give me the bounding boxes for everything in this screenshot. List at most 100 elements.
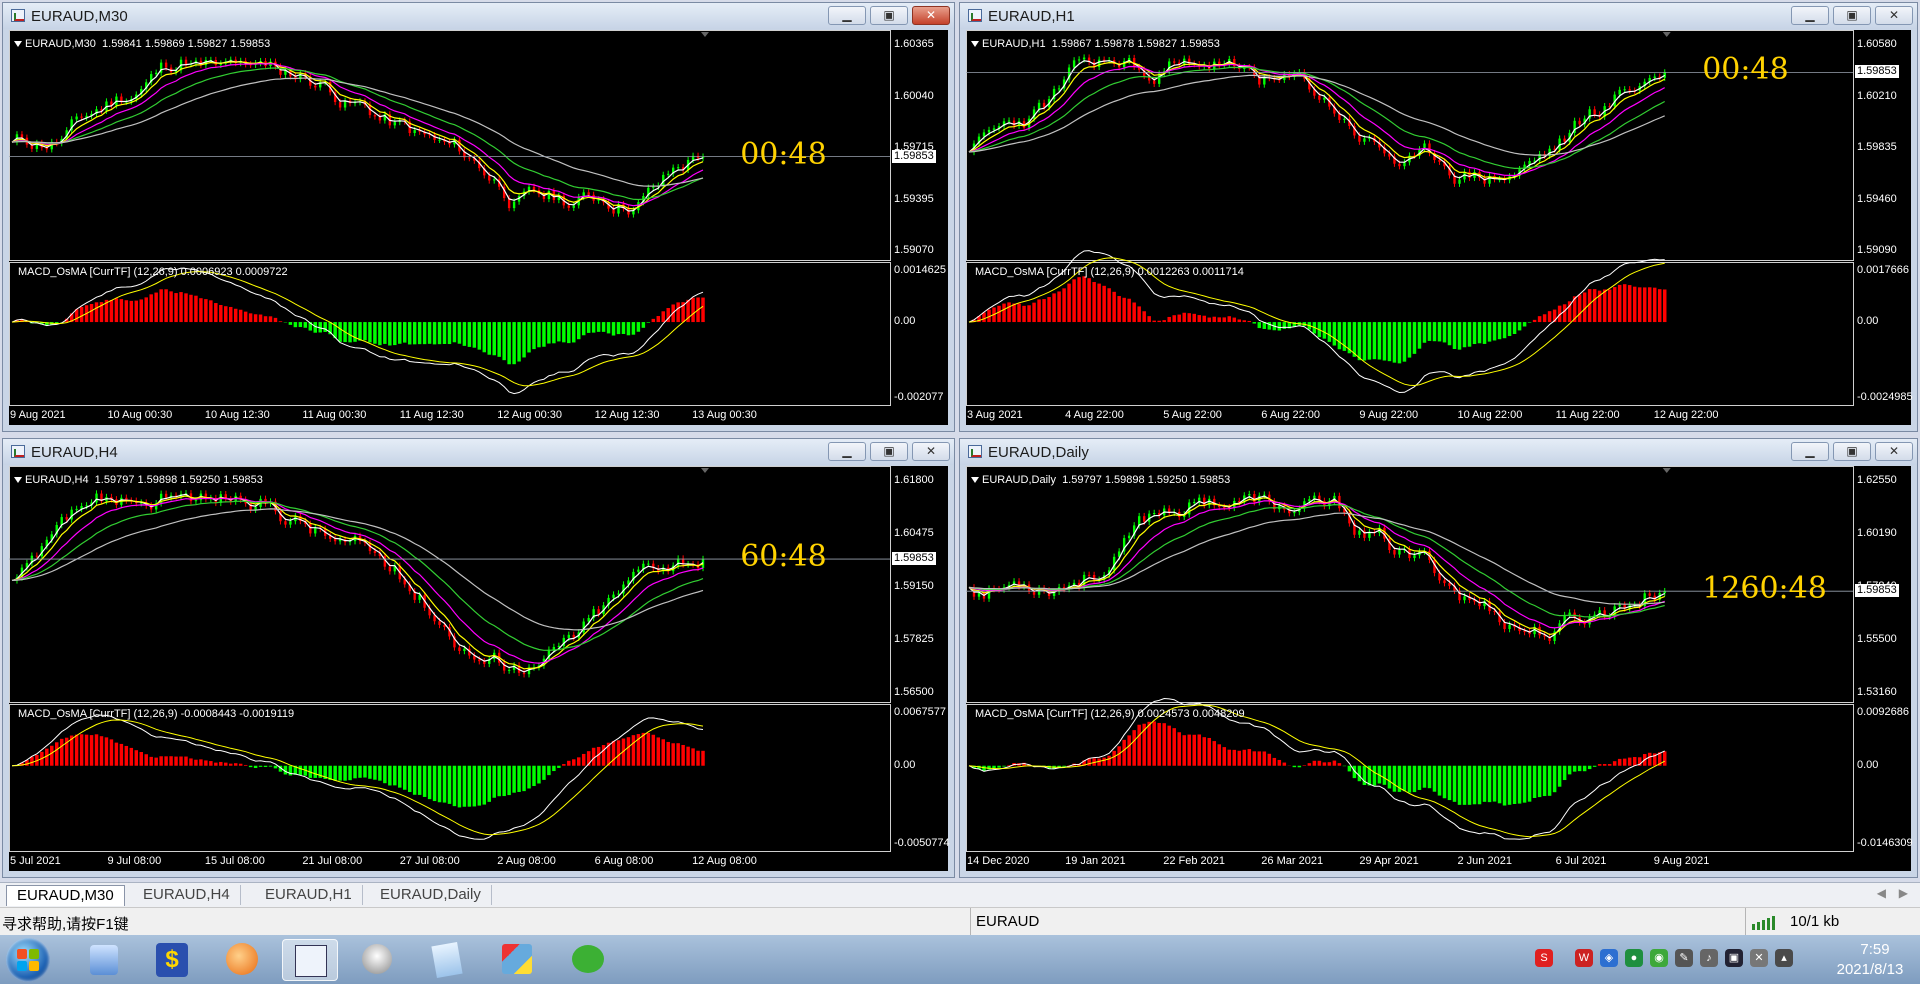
window-titlebar[interactable]: EURAUD,H4 ▁ ▣ ✕ [3,439,954,465]
candle-body [1568,612,1571,616]
close-button[interactable]: ✕ [1875,442,1913,461]
speaker-muted-icon[interactable]: ✕ [1750,949,1768,967]
dropdown-arrow-icon[interactable] [971,477,979,483]
chart-window-daily[interactable]: EURAUD,Daily ▁ ▣ ✕ EURAUD,Daily 1.59797 1.59… [959,438,1918,878]
candle-body [1403,162,1406,167]
shield-icon[interactable]: ◈ [1600,949,1618,967]
wechat-tray-icon[interactable]: ● [1625,949,1643,967]
signal-tray-icon[interactable]: ▴ [1775,949,1793,967]
close-button[interactable]: ✕ [1875,6,1913,25]
chart-area[interactable]: EURAUD,H1 1.59867 1.59878 1.59827 1.5985… [966,30,1913,427]
taskbar-app-browser[interactable] [214,939,270,981]
current-price-tag: 1.59853 [1855,584,1899,598]
minimize-button[interactable]: ▁ [828,6,866,25]
price-chart-svg[interactable] [9,466,950,873]
price-chart-svg[interactable] [9,30,950,427]
users-icon [90,945,118,975]
candle-body [547,190,551,200]
network-tray-icon[interactable]: ◉ [1650,949,1668,967]
taskbar-app-qq[interactable] [350,939,406,981]
price-axis-tick: 1.59460 [1857,192,1897,205]
clock-date[interactable]: 2021/8/13 [1820,961,1920,978]
taskbar-app-users[interactable] [76,939,132,981]
candle-body [1142,516,1146,522]
chart-window-h1[interactable]: EURAUD,H1 ▁ ▣ ✕ EURAUD,H1 1.59867 1.59878 1.… [959,2,1918,432]
dropdown-arrow-icon[interactable] [14,477,22,483]
start-button[interactable] [6,938,50,982]
sogou-ime-icon[interactable]: S [1535,949,1553,967]
taskbar-app-metatrader[interactable] [282,939,338,981]
chart-area[interactable]: EURAUD,M30 1.59841 1.59869 1.59827 1.598… [9,30,948,425]
candle-body [567,205,570,208]
taskbar-app-tools[interactable] [490,939,546,981]
time-axis-tick: 21 Jul 08:00 [302,855,363,867]
candle-body [1193,501,1196,503]
candle-body [184,59,188,65]
price-axis-tick: 1.60210 [1857,89,1897,102]
window-titlebar[interactable]: EURAUD,Daily ▁ ▣ ✕ [960,439,1917,465]
minimize-button[interactable]: ▁ [1791,6,1829,25]
price-axis-tick: 1.59070 [894,244,934,256]
time-axis-tick: 11 Aug 00:30 [302,409,367,421]
chart-tab-bar: EURAUD,M30 EURAUD,H4 EURAUD,H1 EURAUD,Da… [0,882,1920,907]
candle-body [493,179,496,181]
window-titlebar[interactable]: EURAUD,M30 ▁ ▣ ✕ [3,3,954,29]
price-chart-svg[interactable] [966,30,1913,427]
time-axis-tick: 13 Aug 00:30 [692,409,757,421]
candle-body [637,569,640,572]
candle-body [1323,97,1326,100]
tab-scroll-left-icon[interactable]: ◀ [1877,886,1886,900]
chart-area[interactable]: EURAUD,Daily 1.59797 1.59898 1.59250 1.5… [966,466,1913,873]
candle-body [309,523,312,534]
time-axis-tick: 27 Jul 08:00 [399,855,460,867]
chart-area[interactable]: EURAUD,H4 1.59797 1.59898 1.59250 1.5985… [9,466,950,873]
minimize-button[interactable]: ▁ [1791,442,1829,461]
minimize-button[interactable]: ▁ [828,442,866,461]
tab-euraud-h4[interactable]: EURAUD,H4 [133,885,241,905]
dropdown-arrow-icon[interactable] [14,41,22,47]
candle-body [468,157,471,159]
candle-body [587,192,590,195]
maximize-button[interactable]: ▣ [1833,6,1871,25]
candle-body [1263,77,1266,85]
candle-body [488,175,491,181]
window-titlebar[interactable]: EURAUD,H1 ▁ ▣ ✕ [960,3,1917,29]
maximize-button[interactable]: ▣ [1833,442,1871,461]
chart-window-m30[interactable]: EURAUD,M30 ▁ ▣ ✕ EURAUD,M30 1.59841 1.59869 … [2,2,955,432]
chart-window-h4[interactable]: EURAUD,H4 ▁ ▣ ✕ EURAUD,H4 1.59797 1.59898 1.… [2,438,955,878]
tab-euraud-m30[interactable]: EURAUD,M30 [6,885,125,906]
candle-body [512,201,516,209]
maximize-button[interactable]: ▣ [870,442,908,461]
candle-body [1578,120,1581,125]
tab-euraud-h1[interactable]: EURAUD,H1 [255,885,363,905]
taskbar-app-dollar[interactable]: $ [144,939,200,981]
taskbar-app-wechat[interactable] [560,939,616,981]
close-button[interactable]: ✕ [912,6,950,25]
candle-body [612,594,615,598]
taskbar-app-notes[interactable] [420,939,476,981]
notes-icon [431,941,463,979]
candle-body [1458,179,1461,184]
macd-axis-tick: 0.00 [1857,758,1879,771]
browser-icon [226,943,258,975]
candle-body [676,167,680,169]
price-axis-tick: 1.59090 [1857,244,1897,256]
tab-scroll-right-icon[interactable]: ▶ [1899,886,1908,900]
pen-tray-icon[interactable]: ✎ [1675,949,1693,967]
maximize-button[interactable]: ▣ [870,6,908,25]
chart-shift-marker [1662,32,1671,37]
price-chart-svg[interactable] [966,466,1913,873]
current-price-tag: 1.59853 [892,552,936,566]
clock-time[interactable]: 7:59 [1840,941,1910,958]
window-title: EURAUD,Daily [988,444,1089,461]
tab-euraud-daily[interactable]: EURAUD,Daily [370,885,492,905]
monitor-tray-icon[interactable]: ▣ [1725,949,1743,967]
volume-icon[interactable]: ♪ [1700,949,1718,967]
time-axis-tick: 11 Aug 12:30 [399,409,464,421]
candle-body [1618,604,1621,607]
close-button[interactable]: ✕ [912,442,950,461]
status-divider [970,908,971,936]
macd-axis-tick: 0.0014625 [894,264,946,276]
antivirus-icon[interactable]: W [1575,949,1593,967]
dropdown-arrow-icon[interactable] [971,41,979,47]
